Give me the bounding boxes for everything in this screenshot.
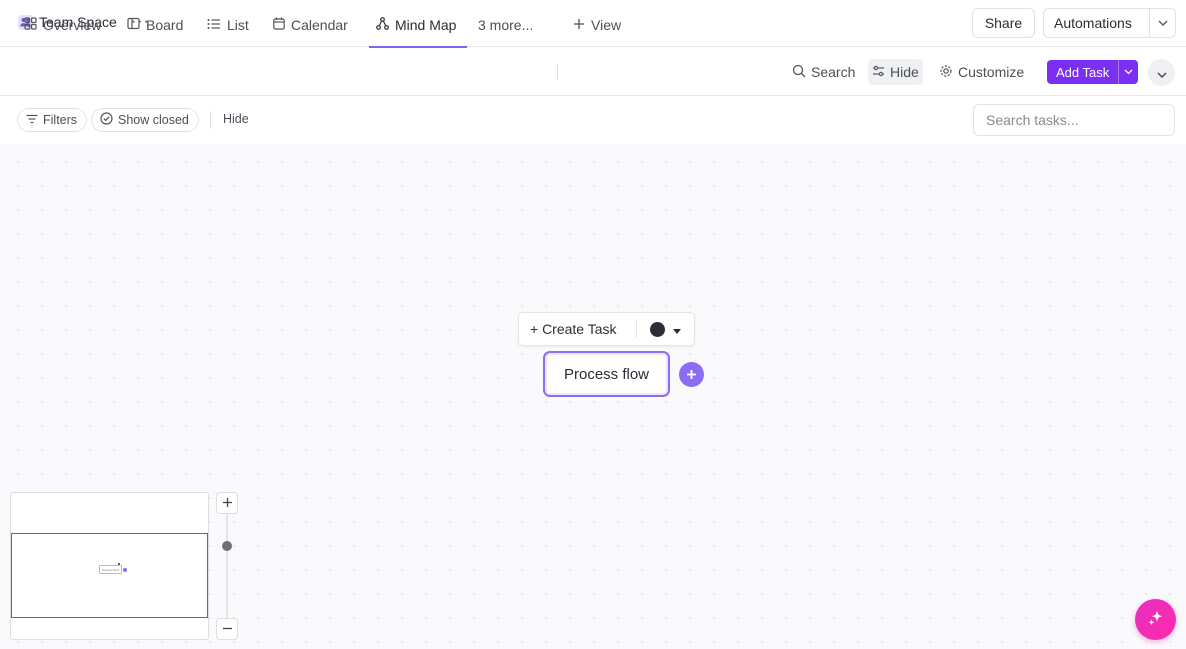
hide-button[interactable]: Hide	[868, 59, 923, 85]
tab-label: Overview	[43, 16, 102, 33]
tab-mind-map[interactable]: Mind Map	[376, 0, 456, 49]
board-icon	[127, 17, 140, 33]
active-tab-indicator	[369, 46, 467, 48]
divider	[210, 111, 211, 129]
zoom-slider-track[interactable]	[226, 514, 228, 618]
chevron-down-icon[interactable]	[1118, 60, 1138, 84]
overview-icon	[24, 16, 37, 33]
customize-label: Customize	[958, 64, 1025, 80]
search-icon	[792, 64, 806, 81]
caret-down-icon	[673, 321, 681, 337]
list-icon	[207, 17, 221, 33]
plus-icon	[573, 17, 585, 33]
automations-button[interactable]: Automations	[1043, 8, 1176, 38]
search-tasks-input[interactable]	[973, 104, 1175, 136]
sliders-icon	[872, 64, 885, 80]
collapse-toggle[interactable]	[1148, 59, 1175, 86]
tab-label: Board	[146, 16, 184, 33]
tab-board[interactable]: Board	[127, 0, 183, 49]
more-views-label: 3 more...	[478, 16, 534, 33]
tab-calendar[interactable]: Calendar	[273, 0, 348, 49]
show-closed-button[interactable]: Show closed	[91, 108, 199, 132]
gear-icon	[939, 64, 953, 81]
ai-assistant-button[interactable]	[1135, 599, 1176, 640]
more-views-button[interactable]: 3 more...	[478, 0, 533, 49]
add-task-button[interactable]: Add Task	[1047, 60, 1138, 84]
add-task-label: Add Task	[1056, 64, 1110, 80]
zoom-slider-handle[interactable]	[222, 541, 232, 551]
filters-label: Filters	[43, 113, 78, 127]
zoom-in-button[interactable]	[216, 492, 238, 514]
filters-button[interactable]: Filters	[17, 108, 88, 132]
tab-label: Mind Map	[395, 16, 457, 33]
color-swatch	[650, 321, 665, 337]
tab-label: Calendar	[291, 16, 348, 33]
hide-filter-button[interactable]: Hide	[223, 112, 249, 126]
minus-icon	[222, 621, 233, 637]
color-picker[interactable]	[637, 321, 681, 337]
automations-label: Automations	[1054, 15, 1132, 31]
tab-list[interactable]: List	[207, 0, 249, 49]
show-closed-label: Show closed	[118, 113, 189, 127]
minimap-viewport[interactable]	[11, 533, 208, 618]
add-child-node-button[interactable]	[679, 362, 704, 387]
plus-icon	[686, 367, 697, 383]
share-button[interactable]: Share	[972, 8, 1035, 38]
hide-label: Hide	[890, 64, 919, 80]
search-button[interactable]: Search	[788, 59, 859, 85]
minimap-add-marker	[123, 568, 127, 572]
minimap-node: Process flow	[99, 565, 122, 574]
add-view-label: View	[591, 16, 622, 33]
tab-label: List	[227, 16, 249, 33]
search-label: Search	[811, 64, 856, 80]
plus-icon	[222, 495, 233, 511]
calendar-icon	[273, 17, 285, 33]
add-view-button[interactable]: View	[573, 0, 621, 49]
create-task-button[interactable]: + Create Task	[519, 321, 636, 337]
node-toolbar: + Create Task	[518, 312, 695, 346]
minimap-toolbar-marker	[118, 563, 120, 565]
tab-overview[interactable]: Overview	[24, 0, 101, 49]
sparkle-icon	[1147, 609, 1165, 630]
customize-button[interactable]: Customize	[935, 59, 1028, 85]
mind-map-node[interactable]: Process flow	[543, 351, 670, 397]
node-label: Process flow	[563, 365, 650, 383]
filter-icon	[26, 113, 38, 127]
chevron-down-icon	[1157, 65, 1167, 81]
share-label: Share	[984, 15, 1023, 31]
check-circle-icon	[100, 112, 113, 128]
zoom-out-button[interactable]	[216, 618, 238, 640]
mind-map-icon	[376, 16, 389, 33]
divider	[557, 64, 558, 80]
chevron-down-icon[interactable]	[1149, 9, 1175, 37]
